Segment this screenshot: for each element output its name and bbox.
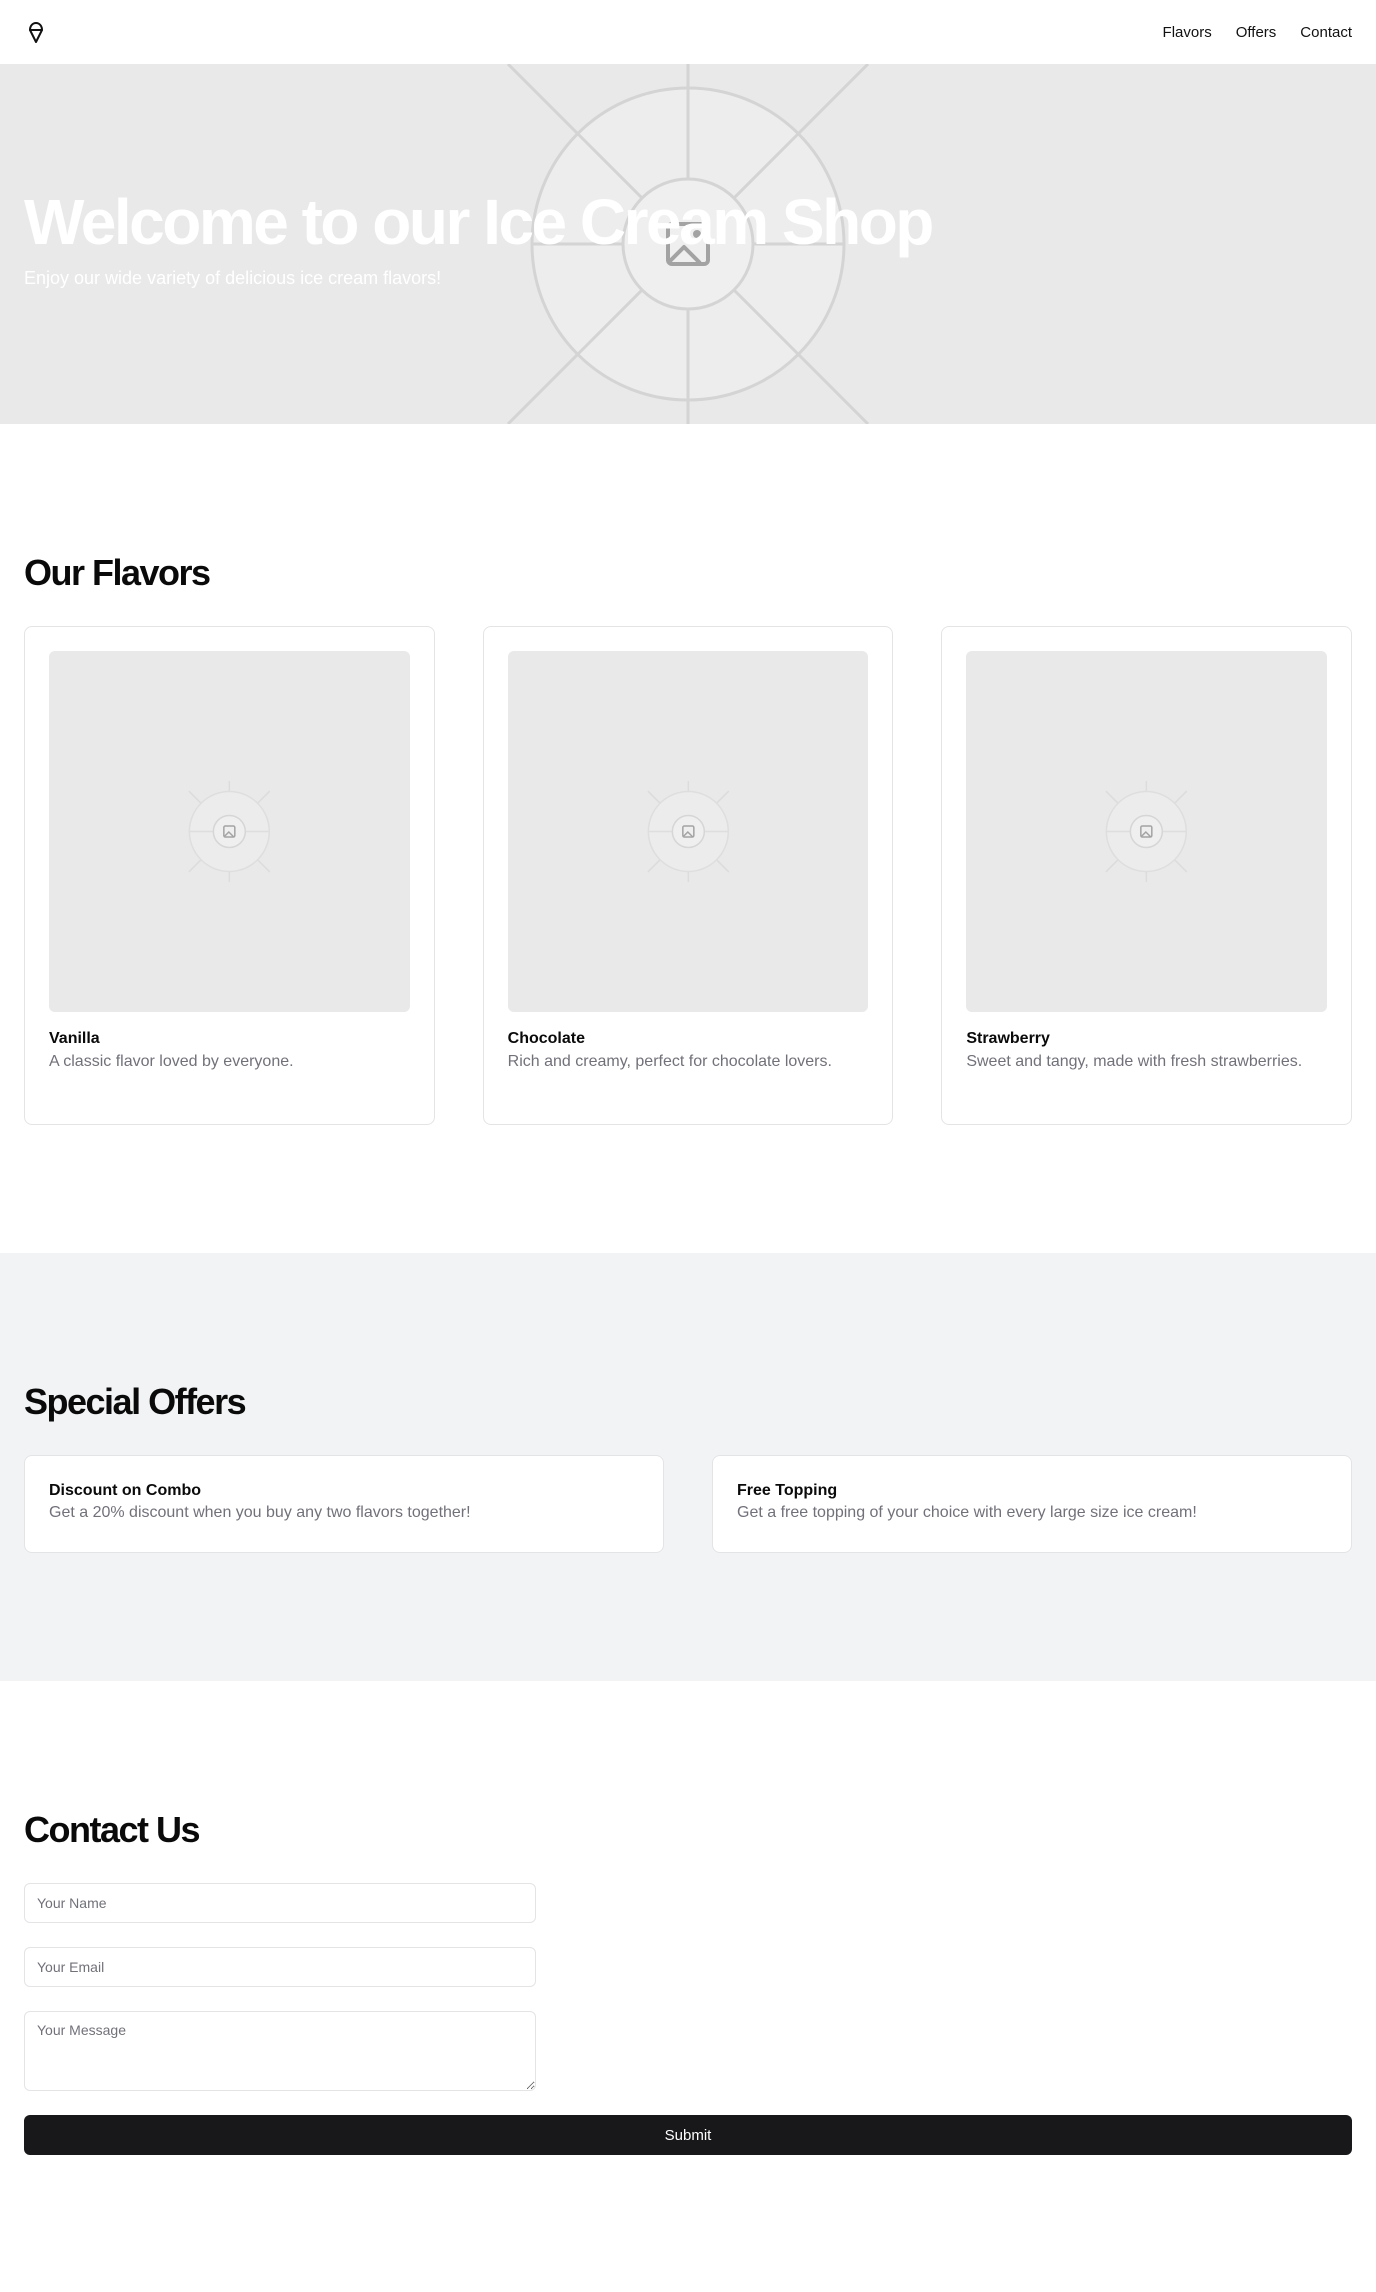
- flavor-image-placeholder: [966, 651, 1327, 1012]
- hero-subtitle: Enjoy our wide variety of delicious ice …: [24, 267, 442, 288]
- hero-banner: Welcome to our Ice Cream Shop Enjoy our …: [0, 64, 1376, 424]
- nav-link-offers[interactable]: Offers: [1236, 24, 1277, 41]
- contact-title: Contact Us: [24, 1809, 201, 1850]
- contact-section: Contact Us Submit: [0, 1681, 1376, 2283]
- offer-description: Get a free topping of your choice with e…: [737, 1504, 1197, 1521]
- site-header: Flavors Offers Contact: [0, 0, 1376, 64]
- offer-name: Discount on Combo: [49, 1482, 201, 1499]
- flavor-image-placeholder: [49, 651, 410, 1012]
- offers-grid: Discount on Combo Get a 20% discount whe…: [24, 1455, 1352, 1553]
- flavor-card-strawberry: Strawberry Sweet and tangy, made with fr…: [941, 626, 1352, 1125]
- offer-description: Get a 20% discount when you buy any two …: [49, 1504, 471, 1521]
- flavors-title: Our Flavors: [24, 552, 211, 593]
- flavor-card-chocolate: Chocolate Rich and creamy, perfect for c…: [482, 626, 894, 1125]
- message-field[interactable]: [24, 2011, 536, 2091]
- flavor-description: Rich and creamy, perfect for chocolate l…: [507, 1053, 832, 1070]
- offers-section: Special Offers Discount on Combo Get a 2…: [0, 1253, 1376, 1681]
- ice-cream-icon[interactable]: [24, 20, 48, 44]
- email-field[interactable]: [24, 1947, 536, 1987]
- hero-title: Welcome to our Ice Cream Shop: [24, 186, 934, 258]
- offer-name: Free Topping: [737, 1482, 838, 1499]
- submit-button[interactable]: Submit: [24, 2115, 1352, 2155]
- nav-link-flavors[interactable]: Flavors: [1163, 24, 1212, 41]
- flavor-description: A classic flavor loved by everyone.: [49, 1053, 294, 1070]
- flavor-image-placeholder: [507, 651, 869, 1012]
- flavors-grid: Vanilla A classic flavor loved by everyo…: [24, 626, 1352, 1125]
- hero-text: Welcome to our Ice Cream Shop Enjoy our …: [24, 186, 934, 289]
- flavor-description: Sweet and tangy, made with fresh strawbe…: [966, 1053, 1303, 1070]
- flavor-name: Strawberry: [966, 1030, 1050, 1047]
- flavor-name: Chocolate: [507, 1030, 585, 1047]
- name-field[interactable]: [24, 1883, 536, 1923]
- contact-form: Submit: [24, 1883, 1352, 2155]
- main-nav: Flavors Offers Contact: [1163, 24, 1352, 41]
- offer-card-topping: Free Topping Get a free topping of your …: [712, 1455, 1352, 1553]
- offer-card-combo: Discount on Combo Get a 20% discount whe…: [24, 1455, 664, 1553]
- flavors-section: Our Flavors Vanilla A classic flavor lov…: [0, 424, 1376, 1253]
- offers-title: Special Offers: [24, 1381, 247, 1422]
- nav-link-contact[interactable]: Contact: [1300, 24, 1352, 41]
- flavor-name: Vanilla: [49, 1030, 100, 1047]
- flavor-card-vanilla: Vanilla A classic flavor loved by everyo…: [24, 626, 435, 1125]
